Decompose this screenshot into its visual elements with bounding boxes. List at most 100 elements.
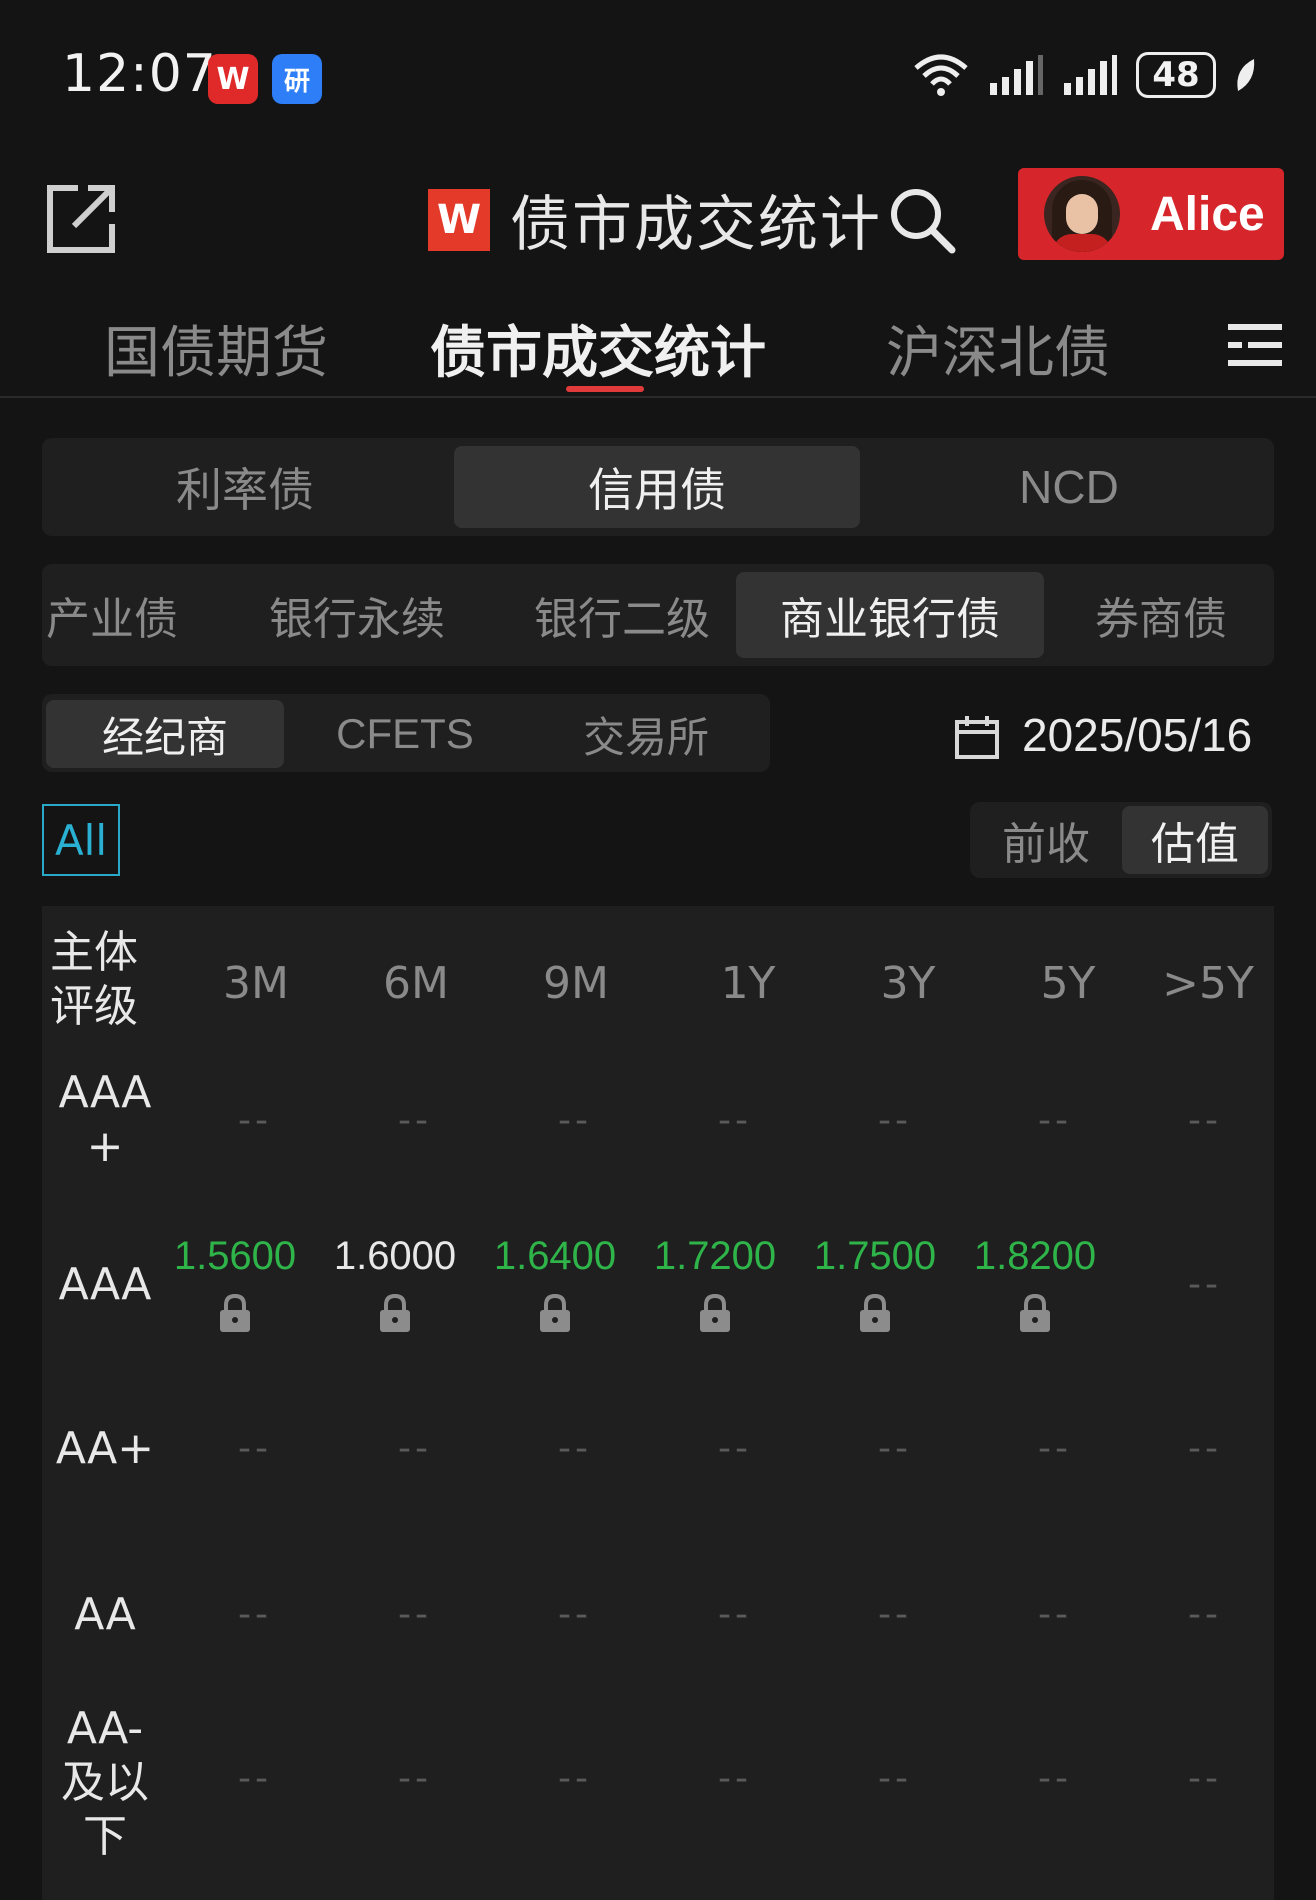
col-header-9m: 9M	[543, 958, 609, 1009]
table-cell: --	[398, 1594, 432, 1635]
table-cell: --	[1038, 1594, 1072, 1635]
yield-cell-3m[interactable]: 1.5600	[160, 1234, 310, 1333]
wind-logo: W	[428, 188, 490, 251]
tab-credit-bonds[interactable]: 信用债	[454, 446, 860, 528]
yield-cell-1y[interactable]: 1.7200	[640, 1234, 790, 1333]
table-cell: --	[718, 1594, 752, 1635]
rating-aaa-plus: AAA +	[58, 1067, 152, 1172]
yield-value: 1.7500	[813, 1234, 937, 1278]
tab-commercial-bank-bonds[interactable]: 商业银行债	[736, 572, 1044, 658]
yield-value: 1.6400	[493, 1234, 617, 1278]
table-cell: --	[1188, 1100, 1222, 1141]
date-picker[interactable]: 2025/05/16	[1022, 708, 1252, 762]
table-cell: --	[718, 1758, 752, 1799]
yield-cell-6m[interactable]: 1.6000	[320, 1234, 470, 1333]
table-cell: --	[238, 1594, 272, 1635]
tab-cfets[interactable]: CFETS	[286, 700, 524, 768]
lock-icon[interactable]	[857, 1293, 893, 1333]
yield-value: 1.7200	[653, 1234, 777, 1278]
table-cell: --	[1038, 1428, 1072, 1469]
user-profile-button[interactable]: Alice	[1018, 168, 1284, 260]
table-cell: --	[558, 1428, 592, 1469]
table-cell: --	[1188, 1264, 1222, 1305]
table-cell: --	[558, 1758, 592, 1799]
tab-bank-perpetual[interactable]: 银行永续	[232, 572, 482, 658]
tab-bond-trade-stats[interactable]: 债市成交统计	[430, 308, 766, 389]
price-basis-selector: 前收 估值	[970, 802, 1272, 878]
table-cell: --	[878, 1428, 912, 1469]
rating-header: 主体 评级	[50, 927, 138, 1032]
tab-industrial-bonds[interactable]: 产业债	[42, 572, 212, 658]
tab-exchange[interactable]: 交易所	[526, 700, 766, 768]
table-cell: --	[718, 1428, 752, 1469]
all-filter-button[interactable]: All	[42, 804, 120, 876]
leaf-icon	[1237, 59, 1255, 91]
tab-valuation[interactable]: 估值	[1122, 806, 1268, 874]
lock-icon[interactable]	[537, 1293, 573, 1333]
col-header-6m: 6M	[383, 958, 449, 1009]
signal-icon-2	[1064, 55, 1117, 95]
calendar-icon[interactable]	[954, 714, 1000, 760]
status-time: 12:07	[62, 44, 217, 104]
avatar	[1044, 176, 1120, 252]
tab-prev-close[interactable]: 前收	[974, 806, 1118, 874]
table-cell: --	[1188, 1758, 1222, 1799]
tab-bank-tier2[interactable]: 银行二级	[497, 572, 747, 658]
lock-icon[interactable]	[697, 1293, 733, 1333]
menu-icon[interactable]	[1228, 322, 1282, 368]
tab-broker[interactable]: 经纪商	[46, 700, 284, 768]
yield-cell-5y[interactable]: 1.8200	[960, 1234, 1110, 1333]
rating-aa: AA	[74, 1589, 136, 1640]
tab-sse-szse-bse-bonds[interactable]: 沪深北债	[886, 308, 1110, 389]
yield-value: 1.6000	[333, 1234, 457, 1278]
tab-treasury-futures[interactable]: 国债期货	[104, 308, 328, 389]
lock-icon[interactable]	[377, 1293, 413, 1333]
battery-indicator: 48	[1136, 52, 1216, 98]
table-cell: --	[718, 1100, 752, 1141]
yield-cell-9m[interactable]: 1.6400	[480, 1234, 630, 1333]
status-indicators: 48	[912, 52, 1256, 98]
page-title: 债市成交统计	[510, 190, 882, 260]
tab-securities-bonds[interactable]: 券商债	[1056, 572, 1266, 658]
yield-value: 1.8200	[973, 1234, 1097, 1278]
table-cell: --	[1188, 1428, 1222, 1469]
tab-ncd[interactable]: NCD	[866, 446, 1272, 528]
rating-aa-plus: AA+	[55, 1423, 155, 1474]
tab-rate-bonds[interactable]: 利率债	[42, 446, 448, 528]
research-app-icon: 研	[272, 54, 322, 104]
table-cell: --	[1038, 1100, 1072, 1141]
table-cell: --	[238, 1100, 272, 1141]
rating-aaa: AAA	[58, 1259, 152, 1310]
col-header-3m: 3M	[223, 958, 289, 1009]
table-cell: --	[558, 1100, 592, 1141]
yield-cell-3y[interactable]: 1.7500	[800, 1234, 950, 1333]
lock-icon[interactable]	[217, 1293, 253, 1333]
lock-icon[interactable]	[1017, 1293, 1053, 1333]
table-cell: --	[238, 1428, 272, 1469]
search-icon[interactable]	[886, 184, 958, 256]
table-cell: --	[398, 1758, 432, 1799]
wifi-icon	[914, 54, 968, 96]
user-name: Alice	[1150, 187, 1265, 241]
col-header-1y: 1Y	[720, 958, 776, 1009]
signal-icon	[990, 55, 1043, 95]
active-tab-indicator	[566, 386, 644, 392]
yield-value: 1.5600	[173, 1234, 297, 1278]
yield-table: 主体 评级 3M 6M 9M 1Y 3Y 5Y >5Y AAA + -- -- …	[42, 906, 1274, 1900]
table-cell: --	[398, 1428, 432, 1469]
table-cell: --	[878, 1100, 912, 1141]
table-cell: --	[1038, 1758, 1072, 1799]
table-cell: --	[878, 1758, 912, 1799]
share-icon[interactable]	[44, 180, 120, 256]
page-header: W 债市成交统计	[428, 176, 958, 263]
rating-aa-minus-and-below: AA- 及以 下	[61, 1703, 149, 1862]
bond-subtype-selector: 产业债 银行永续 银行二级 商业银行债 券商债	[42, 564, 1274, 666]
table-cell: --	[878, 1594, 912, 1635]
source-selector: 经纪商 CFETS 交易所	[42, 694, 770, 772]
col-header-3y: 3Y	[880, 958, 936, 1009]
wind-app-icon: W	[208, 54, 258, 104]
table-cell: --	[238, 1758, 272, 1799]
table-cell: --	[1188, 1594, 1222, 1635]
col-header-over-5y: >5Y	[1162, 958, 1254, 1009]
bond-type-selector: 利率债 信用债 NCD	[42, 438, 1274, 536]
